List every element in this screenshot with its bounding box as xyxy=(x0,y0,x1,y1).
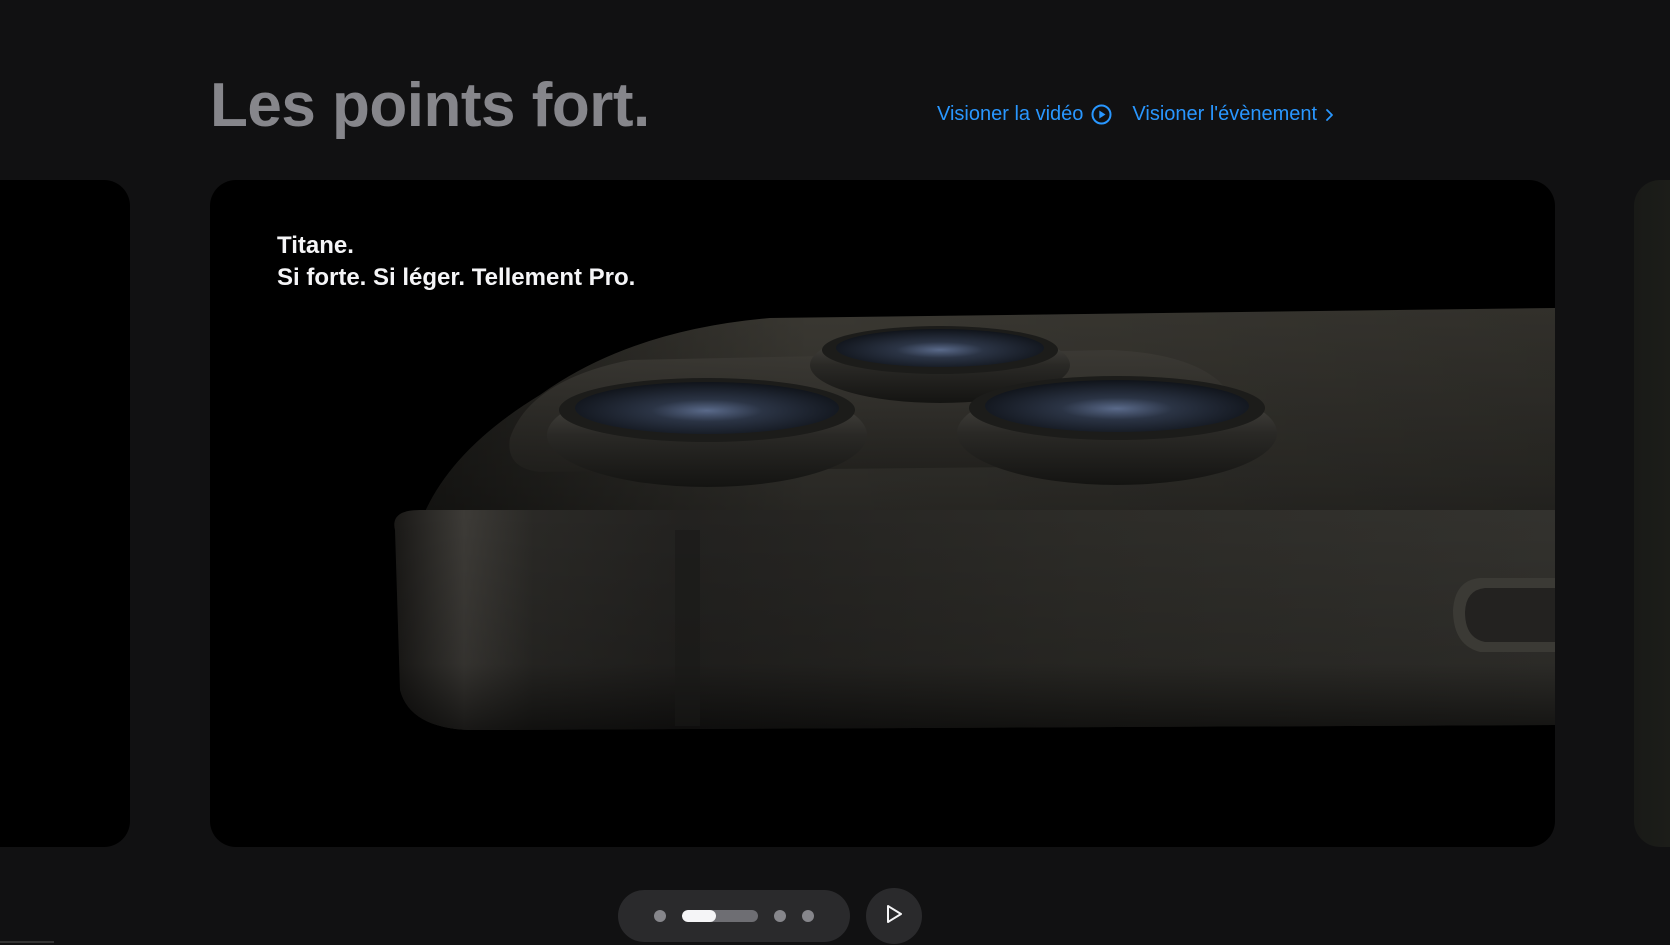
watch-event-label: Visioner l'évènement xyxy=(1132,103,1318,125)
card-caption-line1: Titane. xyxy=(277,232,354,259)
dotnav-progress-fill xyxy=(682,910,717,922)
divider xyxy=(0,941,54,943)
gallery-card-previous[interactable] xyxy=(0,180,130,847)
watch-video-link[interactable]: Visioner la vidéo xyxy=(937,103,1112,126)
watch-video-label: Visioner la vidéo xyxy=(937,103,1084,125)
highlights-section: Les points fort. Visioner la vidéo Visio… xyxy=(0,0,1670,945)
gallery-card-titanium[interactable]: Titane. Si forte. Si léger. Tellement Pr… xyxy=(210,180,1555,847)
gallery-dotnav xyxy=(618,890,850,942)
gallery-play-button[interactable] xyxy=(866,888,922,944)
play-circle-icon xyxy=(1091,104,1112,125)
card-caption-line2: Si forte. Si léger. Tellement Pro. xyxy=(277,264,636,291)
dotnav-item-1[interactable] xyxy=(654,910,666,922)
section-headline: Les points fort. xyxy=(210,71,650,140)
gallery-card-next[interactable] xyxy=(1634,180,1670,847)
section-links: Visioner la vidéo Visioner l'évènement xyxy=(937,103,1334,126)
card-caption: Titane. Si forte. Si léger. Tellement Pr… xyxy=(277,230,635,294)
dotnav-item-3[interactable] xyxy=(774,910,786,922)
gallery-controls xyxy=(618,888,922,944)
chevron-right-icon xyxy=(1325,108,1334,122)
dotnav-item-2-active[interactable] xyxy=(682,910,758,922)
dotnav-item-4[interactable] xyxy=(802,910,814,922)
play-icon xyxy=(884,903,904,930)
watch-event-link[interactable]: Visioner l'évènement xyxy=(1132,103,1334,126)
